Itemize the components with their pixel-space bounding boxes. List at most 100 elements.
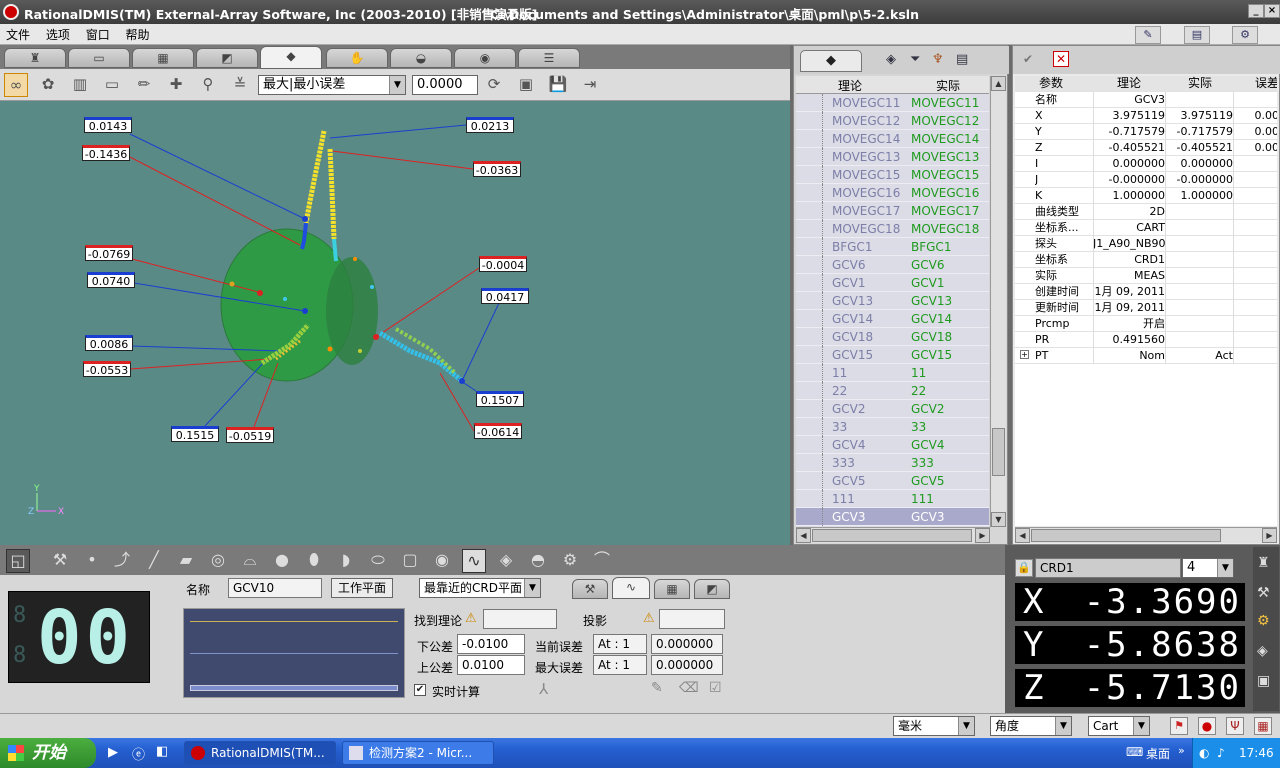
- list-item[interactable]: MOVEGC18 MOVEGC18: [796, 220, 989, 238]
- list-item[interactable]: 111 111: [796, 490, 989, 508]
- units-select[interactable]: 毫米 ▼: [893, 716, 975, 736]
- scroll-right-icon[interactable]: ▶: [1262, 528, 1277, 543]
- list-item[interactable]: 11 11: [796, 364, 989, 382]
- refresh-icon[interactable]: ⟳: [482, 73, 506, 97]
- table-row[interactable]: Prcmp 开启: [1015, 316, 1277, 332]
- chevron-icon[interactable]: »: [1178, 744, 1185, 757]
- list-item[interactable]: MOVEGC15 MOVEGC15: [796, 166, 989, 184]
- expand-icon[interactable]: +: [1020, 350, 1029, 359]
- graphics-view[interactable]: Y X Z 0.0143 -0.1436 0.0213 -0.0363 -0.0…: [0, 101, 790, 545]
- checkmark-icon[interactable]: ✔: [1023, 52, 1033, 66]
- list-item[interactable]: GCV15 GCV15: [796, 346, 989, 364]
- probe-path-icon[interactable]: ⅄: [539, 680, 548, 698]
- keyboard-icon[interactable]: ⌨: [1126, 745, 1143, 759]
- table-row[interactable]: 更新时间 1月 09, 2011: [1015, 300, 1277, 316]
- media-player-icon[interactable]: ▶: [108, 745, 118, 760]
- preview-scrollbar[interactable]: [190, 685, 398, 691]
- tab-chat-icon[interactable]: ◉: [454, 48, 516, 68]
- table-row[interactable]: PR 0.491560: [1015, 332, 1277, 348]
- table-row[interactable]: + PT Nom Act: [1015, 348, 1277, 364]
- feature-list-scrollbar[interactable]: ▲ ▼: [990, 76, 1006, 527]
- tab-probe-settings-icon[interactable]: ⚒: [572, 579, 608, 599]
- list-item[interactable]: GCV6 GCV6: [796, 256, 989, 274]
- auto-feature-icon[interactable]: ◱: [6, 549, 30, 573]
- desktop-label[interactable]: 桌面: [1146, 745, 1170, 762]
- grid-status-icon[interactable]: ▦: [1254, 717, 1272, 735]
- list-item[interactable]: 333 333: [796, 454, 989, 472]
- report-export-icon[interactable]: ▣: [514, 73, 538, 97]
- list-item[interactable]: GCV18 GCV18: [796, 328, 989, 346]
- add-point-icon[interactable]: ✚: [164, 73, 188, 97]
- hscroll-thumb[interactable]: [812, 529, 972, 542]
- plane-icon[interactable]: ▰: [174, 549, 198, 573]
- table-row[interactable]: 坐标系 CRD1: [1015, 252, 1277, 268]
- probe-feature-icon[interactable]: ⚒: [48, 549, 72, 573]
- curve-icon[interactable]: ∞: [4, 73, 28, 97]
- tab-analysis-icon[interactable]: ◆: [260, 46, 322, 69]
- tab-list-icon[interactable]: ☰: [518, 48, 580, 68]
- tab-document-icon[interactable]: ▭: [68, 48, 130, 68]
- workplane-button[interactable]: 工作平面: [331, 578, 393, 598]
- settings-list-icon[interactable]: ▤: [956, 52, 968, 67]
- probe-tool-icon[interactable]: ✎: [1135, 26, 1161, 44]
- tab-probe-icon[interactable]: ♜: [4, 48, 66, 68]
- list-item[interactable]: MOVEGC16 MOVEGC16: [796, 184, 989, 202]
- list-item[interactable]: GCV1 GCV1: [796, 274, 989, 292]
- torus-icon[interactable]: ◉: [430, 549, 454, 573]
- lower-tol-input[interactable]: -0.0100: [457, 634, 525, 654]
- start-button[interactable]: 开始: [0, 738, 96, 768]
- tab-features-icon[interactable]: ◆: [800, 50, 862, 72]
- list-item[interactable]: MOVEGC11 MOVEGC11: [796, 94, 989, 112]
- list-item[interactable]: MOVEGC17 MOVEGC17: [796, 202, 989, 220]
- value-input[interactable]: 0.0000: [412, 75, 478, 95]
- table-row[interactable]: 探头 J1_A90_NB90: [1015, 236, 1277, 252]
- close-button[interactable]: ×: [1264, 4, 1280, 18]
- projection-input[interactable]: [659, 609, 725, 629]
- crd-plane-select[interactable]: 最靠近的CRD平面 ▼: [419, 578, 541, 598]
- volume-icon[interactable]: ♪: [1217, 746, 1225, 760]
- export-icon[interactable]: ⇥: [578, 73, 602, 97]
- list-item[interactable]: GCV5 GCV5: [796, 472, 989, 490]
- machine-icon[interactable]: ⚙: [1232, 26, 1258, 44]
- probe-icon[interactable]: ♜: [1257, 555, 1270, 571]
- table-row[interactable]: J -0.000000 -0.000000: [1015, 172, 1277, 188]
- table-row[interactable]: K 1.000000 1.000000: [1015, 188, 1277, 204]
- tolerance-icon[interactable]: Ψ: [1226, 717, 1244, 735]
- menu-options[interactable]: 选项: [40, 24, 76, 45]
- slot-icon[interactable]: ▢: [398, 549, 422, 573]
- tree-icon[interactable]: ♆: [932, 52, 944, 67]
- find-nominal-input[interactable]: [483, 609, 557, 629]
- tab-table-settings-icon[interactable]: ▦: [654, 579, 690, 599]
- list-item[interactable]: GCV3 GCV3: [796, 508, 989, 526]
- probe-status-icon[interactable]: ⚑: [1170, 717, 1188, 735]
- table-row[interactable]: 名称 GCV3: [1015, 92, 1277, 108]
- lock-icon[interactable]: 🔒: [1015, 559, 1033, 577]
- list-item[interactable]: GCV14 GCV14: [796, 310, 989, 328]
- table-row[interactable]: 坐标系... CART: [1015, 220, 1277, 236]
- scroll-thumb[interactable]: [992, 428, 1005, 476]
- cube-icon[interactable]: ◈: [1257, 643, 1268, 659]
- arc-icon[interactable]: ⌓: [238, 549, 262, 573]
- scroll-down-icon[interactable]: ▼: [991, 512, 1006, 527]
- tab-cad-icon[interactable]: ◩: [196, 48, 258, 68]
- ruler-icon[interactable]: ▭: [100, 73, 124, 97]
- scroll-left-icon[interactable]: ◀: [1015, 528, 1030, 543]
- scroll-left-icon[interactable]: ◀: [796, 528, 811, 543]
- table-row[interactable]: Z -0.405521 -0.405521 0.00: [1015, 140, 1277, 156]
- circle-icon[interactable]: ◎: [206, 549, 230, 573]
- cylinder-icon[interactable]: ⬮: [302, 549, 326, 573]
- close-icon[interactable]: ✕: [1053, 51, 1069, 67]
- report-icon[interactable]: ▤: [1184, 26, 1210, 44]
- name-input[interactable]: GCV10: [228, 578, 322, 598]
- ie-icon[interactable]: ⓔ: [132, 744, 145, 763]
- menu-window[interactable]: 窗口: [80, 24, 116, 45]
- accept-icon[interactable]: ☑: [709, 680, 722, 696]
- machine-icon[interactable]: ▣: [1257, 673, 1270, 689]
- edge-point-icon[interactable]: ◓: [526, 549, 550, 573]
- vector-icon[interactable]: ⤴: [110, 549, 134, 573]
- list-item[interactable]: 22 22: [796, 382, 989, 400]
- feature-list-hscrollbar[interactable]: ◀ ▶: [796, 527, 990, 543]
- explorer-icon[interactable]: ◧: [156, 744, 168, 759]
- cube-icon[interactable]: ◈: [886, 52, 896, 67]
- list-item[interactable]: MOVEGC13 MOVEGC13: [796, 148, 989, 166]
